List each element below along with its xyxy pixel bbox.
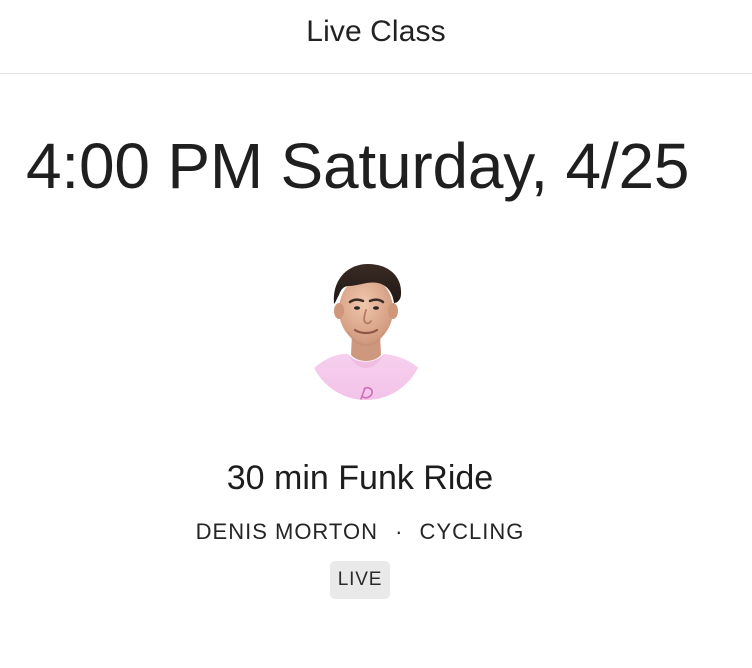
live-badge-wrapper: LIVE (0, 561, 720, 599)
page-title: Live Class (306, 14, 446, 48)
header-bar: Live Class (0, 0, 752, 74)
class-title: 30 min Funk Ride (226, 459, 494, 497)
instructor-name: DENIS MORTON (195, 519, 378, 544)
instructor-avatar (308, 264, 424, 400)
class-discipline: CYCLING (419, 519, 525, 544)
meta-separator: · (395, 519, 403, 544)
class-datetime: 4:00 PM Saturday, 4/25 (26, 130, 690, 202)
live-badge: LIVE (329, 561, 391, 599)
class-meta: DENIS MORTON · CYCLING (0, 517, 720, 547)
